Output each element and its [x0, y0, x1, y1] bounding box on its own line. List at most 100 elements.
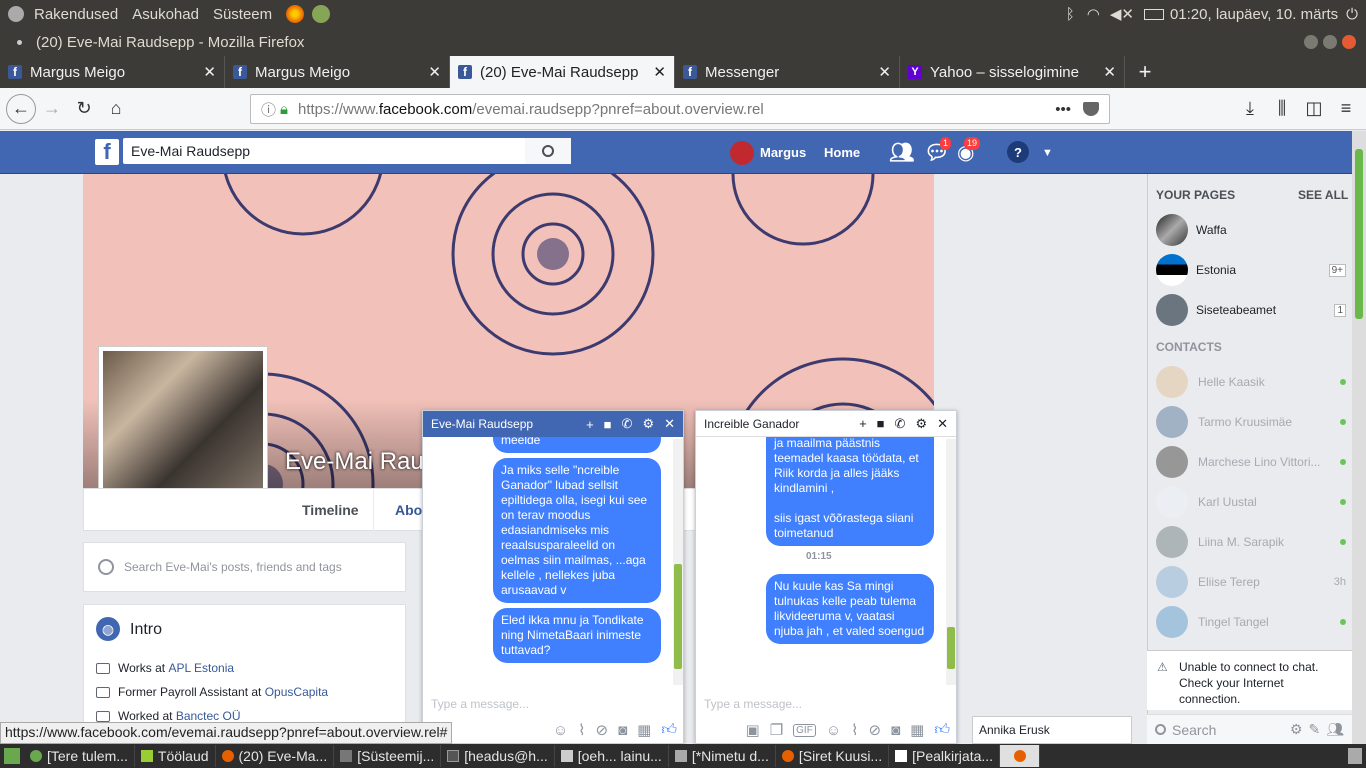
gear-icon[interactable]: ⚙ [915, 416, 927, 432]
tab-close-icon[interactable]: ✕ [428, 63, 441, 81]
chat-scrollbar[interactable] [673, 439, 683, 685]
taskbar-item[interactable]: [Tere tulem... [24, 745, 135, 767]
phone-icon[interactable]: ✆ [895, 416, 906, 432]
message-input[interactable]: Type a message... [431, 697, 529, 711]
page-item-waffa[interactable]: Waffa [1156, 212, 1346, 248]
video-call-icon[interactable]: ■ [604, 417, 612, 432]
menu-system[interactable]: Süsteem [213, 6, 272, 23]
video-call-icon[interactable]: ■ [877, 416, 885, 431]
sidebar-icon[interactable]: ◫ [1298, 93, 1330, 125]
chat-header[interactable]: Eve-Mai Raudsepp + ■ ✆ ⚙ ✕ [423, 411, 683, 437]
tab-eve-mai-raudsepp[interactable]: f (20) Eve-Mai Raudsepp ✕ [450, 56, 675, 88]
library-icon[interactable]: ⫼ [1266, 93, 1298, 125]
info-icon[interactable]: ⓘ [261, 99, 276, 120]
tab-timeline[interactable]: Timeline [302, 489, 374, 531]
home-link[interactable]: Home [824, 131, 860, 174]
search-button[interactable] [525, 138, 571, 164]
chat-title[interactable]: Eve-Mai Raudsepp [431, 417, 576, 431]
taskbar-item[interactable]: (20) Eve-Ma... [216, 745, 335, 767]
chat-search-input[interactable]: Search ⚙ ✎ 👥︎ [1147, 714, 1352, 744]
volume-icon[interactable]: ◀✕ [1110, 5, 1134, 23]
like-icon[interactable]: 👍︎ [934, 721, 950, 739]
intro-link[interactable]: OpusCapita [265, 685, 328, 699]
gear-icon[interactable]: ⚙ [1290, 721, 1303, 738]
profile-search-input[interactable]: Search Eve-Mai's posts, friends and tags [83, 542, 406, 592]
menu-places[interactable]: Asukohad [132, 6, 199, 23]
tab-margus-meigo-2[interactable]: f Margus Meigo ✕ [225, 56, 450, 88]
taskbar-item[interactable]: Töölaud [135, 745, 216, 767]
see-all-link[interactable]: SEE ALL [1298, 188, 1348, 202]
tab-close-icon[interactable]: ✕ [1103, 63, 1116, 81]
taskbar-item[interactable]: [Siret Kuusi... [776, 745, 890, 767]
tab-close-icon[interactable]: ✕ [878, 63, 891, 81]
emoji-icon[interactable]: ☺ [553, 722, 568, 739]
trash-icon[interactable] [1348, 748, 1362, 764]
pocket-icon[interactable] [1083, 102, 1099, 116]
page-item-estonia[interactable]: Estonia 9+ [1156, 252, 1346, 288]
close-icon[interactable]: ✕ [937, 416, 948, 432]
friend-requests-icon[interactable]: 👥︎ [889, 131, 914, 174]
app-launcher-icon[interactable] [312, 5, 331, 23]
taskbar-item[interactable]: [oeh... lainu... [555, 745, 669, 767]
account-menu-icon[interactable]: ▼ [1042, 131, 1053, 174]
like-icon[interactable]: 👍︎ [661, 721, 677, 739]
back-arrow-icon[interactable]: ← [6, 93, 36, 124]
gif-icon[interactable]: GIF [793, 723, 816, 737]
camera-icon[interactable]: ◙ [618, 722, 627, 739]
contact-item[interactable]: Tingel Tangel [1156, 604, 1346, 640]
taskbar-item[interactable]: [Pealkirjata... [889, 745, 1001, 767]
chat-title[interactable]: Increible Ganador [704, 417, 849, 431]
image-icon[interactable]: ▣ [746, 721, 760, 739]
page-actions-icon[interactable]: ••• [1055, 101, 1071, 118]
tab-about[interactable]: Abo [395, 489, 422, 531]
close-window-button[interactable] [1342, 35, 1356, 49]
menu-applications[interactable]: Rakendused [34, 6, 118, 23]
reload-icon[interactable]: ↻ [68, 93, 100, 125]
table-icon[interactable]: ▦ [910, 721, 924, 739]
contact-item[interactable]: Marchese Lino Vittori... [1156, 444, 1346, 480]
camera-icon[interactable]: ◙ [891, 722, 900, 739]
attachment-icon[interactable]: ⌇ [578, 721, 585, 739]
contact-item[interactable]: Eliise Terep 3h [1156, 564, 1346, 600]
message-input[interactable]: Type a message... [704, 697, 802, 711]
show-desktop-icon[interactable] [4, 748, 20, 764]
download-icon[interactable]: ⤓ [1234, 93, 1266, 125]
taskbar-item[interactable]: [*Nimetu d... [669, 745, 776, 767]
tab-yahoo[interactable]: Y Yahoo – sisselogimine ✕ [900, 56, 1125, 88]
tab-close-icon[interactable]: ✕ [203, 63, 216, 81]
tab-margus-meigo-1[interactable]: f Margus Meigo ✕ [0, 56, 225, 88]
taskbar-item-firefox[interactable] [1000, 745, 1041, 767]
chat-scrollbar[interactable] [946, 439, 956, 685]
scrollbar-thumb[interactable] [1355, 149, 1363, 319]
contact-item[interactable]: Karl Uustal [1156, 484, 1346, 520]
clock[interactable]: 01:20, laupäev, 10. märts [1170, 6, 1338, 23]
power-icon[interactable]: ⏻ [1346, 6, 1358, 23]
close-icon[interactable]: ✕ [664, 416, 675, 432]
ubuntu-logo-icon[interactable] [8, 6, 24, 22]
page-item-siseteabeamet[interactable]: Siseteabeamet 1 [1156, 292, 1346, 328]
url-bar[interactable]: ⓘ 🔒︎ https://www. facebook.com/evemai.rau… [250, 94, 1110, 124]
lock-icon[interactable]: 🔒︎ [280, 101, 288, 118]
add-people-icon[interactable]: 👥︎ [1326, 721, 1344, 738]
contact-item[interactable]: Helle Kaasik [1156, 364, 1346, 400]
emoji-icon[interactable]: ☺ [826, 722, 841, 739]
maximize-button[interactable] [1323, 35, 1337, 49]
firefox-launcher-icon[interactable] [286, 5, 305, 23]
table-icon[interactable]: ▦ [637, 721, 651, 739]
chat-messages[interactable]: ja maailma päästnis teemadel kaasa tööda… [696, 437, 948, 687]
forward-arrow-icon[interactable]: → [36, 93, 68, 125]
chat-header[interactable]: Increible Ganador + ■ ✆ ⚙ ✕ [696, 411, 956, 437]
attachment-icon[interactable]: ⌇ [851, 721, 858, 739]
taskbar-item[interactable]: [Süsteemij... [334, 745, 442, 767]
contact-item[interactable]: Liina M. Sarapik [1156, 524, 1346, 560]
intro-link[interactable]: Banctec OÜ [176, 709, 241, 723]
gear-icon[interactable]: ⚙ [642, 416, 654, 432]
new-tab-button[interactable]: + [1125, 56, 1165, 88]
minimize-button[interactable] [1304, 35, 1318, 49]
link-icon[interactable]: ⊘ [868, 721, 881, 739]
wifi-icon[interactable]: ◠ [1087, 5, 1100, 23]
home-icon[interactable]: ⌂ [100, 93, 132, 125]
user-profile-link[interactable]: Margus [730, 131, 806, 174]
compose-icon[interactable]: ✎ [1308, 721, 1320, 738]
add-person-icon[interactable]: + [859, 416, 867, 431]
